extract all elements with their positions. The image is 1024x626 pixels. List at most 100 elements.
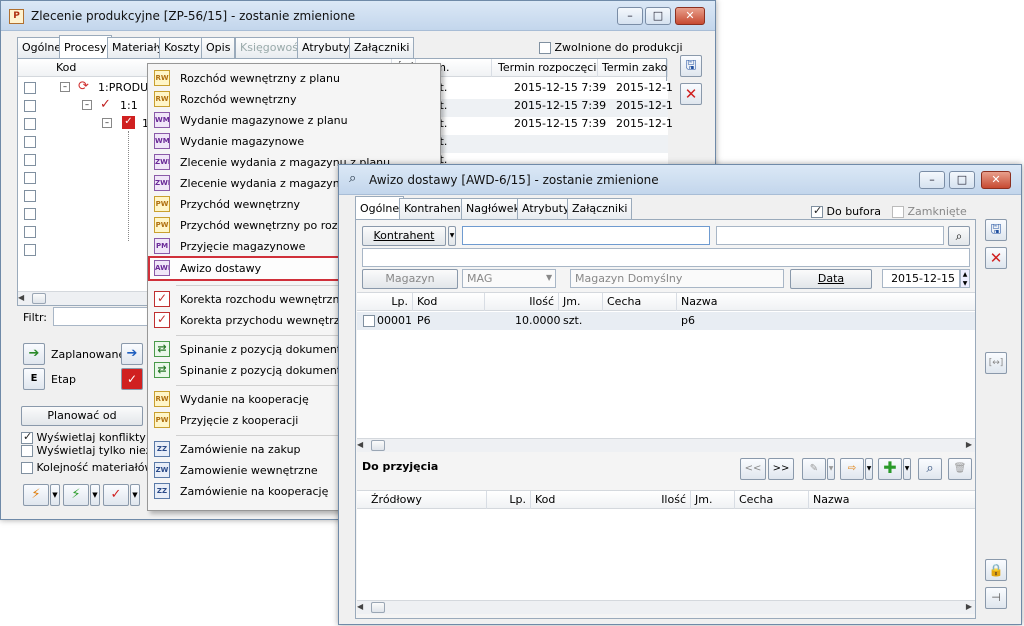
wyswietlaj-konflikty-checkbox[interactable]	[21, 430, 33, 444]
lightning-green-icon[interactable]: ⚡	[63, 484, 89, 506]
col-kod[interactable]: Kod	[413, 293, 485, 311]
zwolnione-checkbox-row[interactable]: Zwolnione do produkcji	[539, 41, 683, 54]
date-spinner-icon[interactable]: ▲ ▼	[960, 269, 970, 288]
save-icon[interactable]: 🖫	[985, 219, 1007, 241]
col-cecha[interactable]: Cecha	[603, 293, 677, 311]
cancel-icon[interactable]: ✕	[680, 83, 702, 105]
col-lp[interactable]: Lp.	[487, 491, 531, 509]
tree-expander-icon[interactable]: –	[60, 82, 70, 92]
menu-item-rw-z-planu[interactable]: RW Rozchód wewnętrzny z planu	[150, 68, 438, 89]
tab-procesy[interactable]: Procesy	[59, 35, 112, 58]
filtr-input[interactable]	[53, 307, 149, 326]
tab-atrybuty[interactable]: Atrybuty	[297, 37, 355, 58]
kontrahent-code-input[interactable]	[462, 226, 710, 245]
kolejnosc-checkbox[interactable]	[21, 462, 33, 474]
title-bar[interactable]: ⌕ Awizo dostawy [AWD-6/15] - zostanie zm…	[339, 165, 1021, 195]
lightning-orange-icon[interactable]: ⚡	[23, 484, 49, 506]
menu-item-wm[interactable]: WM Wydanie magazynowe	[150, 131, 438, 152]
tab-zalaczniki[interactable]: Załączniki	[567, 198, 633, 219]
tab-koszty[interactable]: Koszty	[159, 37, 205, 58]
tab-ogolne[interactable]: Ogólne	[355, 196, 405, 219]
col-ilosc[interactable]: Ilość	[657, 491, 691, 509]
minimize-icon[interactable]: –	[919, 171, 945, 189]
row-checkbox[interactable]	[24, 226, 36, 238]
row-termin-zak: 2015-12-1	[616, 117, 673, 130]
kontrahent-button[interactable]: Kontrahent	[362, 226, 446, 246]
red-flag-icon[interactable]: ✓	[103, 484, 129, 506]
row-checkbox[interactable]	[24, 172, 36, 184]
col-lp[interactable]: Lp.	[357, 293, 413, 311]
tree-expander-icon[interactable]: –	[102, 118, 112, 128]
row-checkbox[interactable]	[24, 100, 36, 112]
tree-line	[128, 131, 129, 241]
do-bufora-row[interactable]: Do bufora	[811, 204, 881, 218]
close-icon[interactable]: ✕	[675, 7, 705, 25]
dropdown-arrow-icon[interactable]: ▼	[130, 484, 140, 506]
add-green-icon[interactable]: ✚	[878, 458, 902, 480]
col-jm[interactable]: Jm.	[691, 491, 735, 509]
col-zrodlowy[interactable]: Źródłowy	[357, 491, 487, 509]
save-icon[interactable]: 🖫	[680, 55, 702, 77]
arrow-blue-icon[interactable]: ➔	[121, 343, 143, 365]
data-button[interactable]: Data	[790, 269, 872, 289]
row-checkbox[interactable]	[24, 136, 36, 148]
search-icon[interactable]: ⌕	[918, 458, 942, 480]
col-cecha[interactable]: Cecha	[735, 491, 809, 509]
tab-naglowek[interactable]: Nagłówek	[461, 198, 525, 219]
tab-kontrahent[interactable]: Kontrahent	[399, 198, 470, 219]
horizontal-scrollbar[interactable]: ◀ ▶	[357, 600, 975, 614]
row-checkbox[interactable]	[363, 315, 375, 327]
tab-zalaczniki[interactable]: Załączniki	[349, 37, 415, 58]
row-checkbox[interactable]	[24, 190, 36, 202]
pin-icon[interactable]: ⊣	[985, 587, 1007, 609]
dropdown-arrow-icon[interactable]: ▼	[903, 458, 911, 480]
dropdown-arrow-icon[interactable]: ▼	[448, 226, 456, 246]
maximize-icon[interactable]: □	[949, 171, 975, 189]
col-nazwa[interactable]: Nazwa	[809, 491, 975, 509]
maximize-icon[interactable]: □	[645, 7, 671, 25]
dropdown-arrow-icon[interactable]: ▼	[90, 484, 100, 506]
tab-opis[interactable]: Opis	[201, 37, 236, 58]
etap-icon[interactable]: E	[23, 368, 45, 390]
minimize-icon[interactable]: –	[617, 7, 643, 25]
horizontal-scrollbar[interactable]: ◀ ▶	[357, 438, 975, 452]
chevron-down-icon: ▼	[546, 273, 553, 282]
tab-atrybuty[interactable]: Atrybuty	[517, 198, 575, 219]
menu-item-wm-z-planu[interactable]: WM Wydanie magazynowe z planu	[150, 110, 438, 131]
col-termin-rozpoczecia[interactable]: Termin rozpoczęcia	[494, 59, 598, 77]
row-checkbox[interactable]	[24, 208, 36, 220]
menu-item-rw[interactable]: RW Rozchód wewnętrzny	[150, 89, 438, 110]
row-checkbox[interactable]	[24, 244, 36, 256]
kontrahent-address-input[interactable]	[362, 248, 970, 267]
lock-icon[interactable]: 🔒	[985, 559, 1007, 581]
row-checkbox[interactable]	[24, 118, 36, 130]
col-ilosc[interactable]: Ilość	[485, 293, 559, 311]
next-button[interactable]: >>	[768, 458, 794, 480]
kontrahent-name-input[interactable]	[716, 226, 944, 245]
wyswietlaj-konflikty-row[interactable]: Wyświetlaj konflikty	[21, 430, 146, 444]
planowac-od-button[interactable]: Planować od	[21, 406, 143, 426]
import-icon[interactable]: ⇨	[840, 458, 864, 480]
cancel-icon[interactable]: ✕	[985, 247, 1007, 269]
do-bufora-checkbox[interactable]	[811, 204, 823, 218]
tree-expander-icon[interactable]: –	[82, 100, 92, 110]
red-check-icon[interactable]: ✓	[121, 368, 143, 390]
row-checkbox[interactable]	[24, 82, 36, 94]
col-termin-zakonczenia[interactable]: Termin zakończenia	[598, 59, 668, 77]
dropdown-arrow-icon[interactable]: ▼	[865, 458, 873, 480]
rw-icon: RW	[154, 70, 170, 86]
dropdown-arrow-icon[interactable]: ▼	[50, 484, 60, 506]
zaplanowane-arrow-icon[interactable]: ➔	[23, 343, 45, 365]
table-row[interactable]: 00001 P6 10.0000 szt. p6	[357, 312, 975, 330]
tree-child-label[interactable]: 1:1	[120, 99, 138, 112]
search-icon[interactable]: ⌕	[948, 226, 970, 246]
zwolnione-checkbox[interactable]	[539, 42, 551, 54]
close-icon[interactable]: ✕	[981, 171, 1011, 189]
title-bar[interactable]: P Zlecenie produkcyjne [ZP-56/15] - zost…	[1, 1, 715, 31]
row-checkbox[interactable]	[24, 154, 36, 166]
data-input[interactable]: 2015-12-15	[882, 269, 960, 288]
wyswietlaj-tylko-checkbox[interactable]	[21, 445, 33, 457]
col-nazwa[interactable]: Nazwa	[677, 293, 975, 311]
col-jm[interactable]: Jm.	[559, 293, 603, 311]
zaplanowane-label: Zaplanowane	[51, 348, 126, 361]
